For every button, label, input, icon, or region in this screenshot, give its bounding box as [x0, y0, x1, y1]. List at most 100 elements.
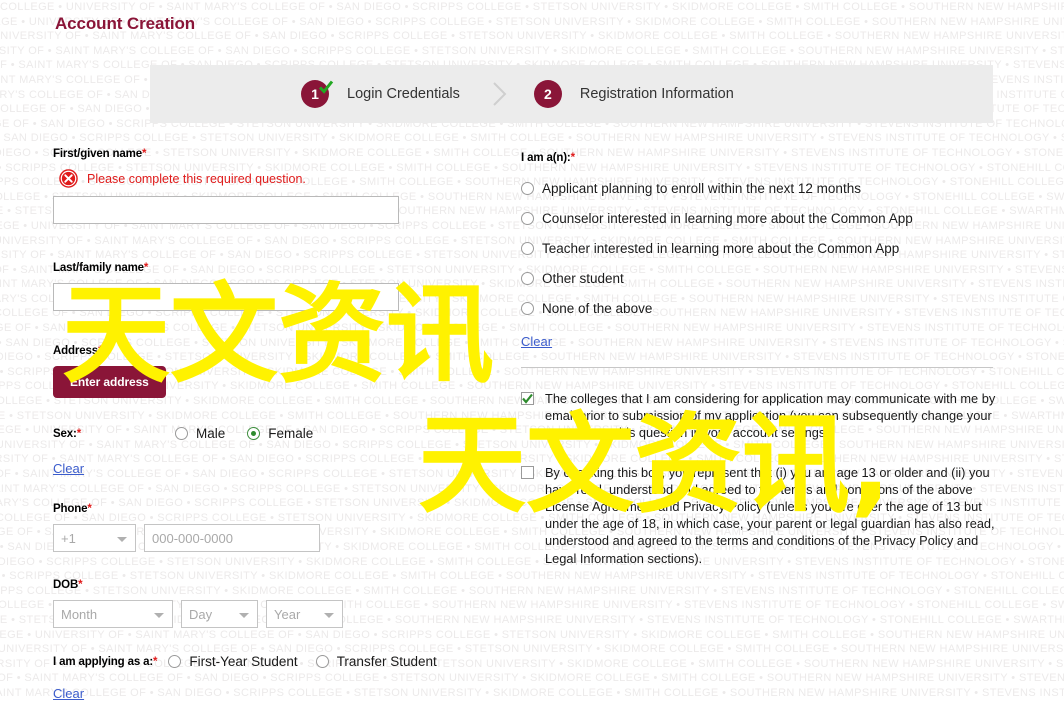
first-name-field-group: First/given name* Please complete this r…: [53, 148, 473, 224]
i-am-a-option-other-student[interactable]: Other student: [521, 263, 1001, 293]
dob-day-value: Day: [189, 606, 213, 622]
radio-icon-applicant[interactable]: [521, 181, 534, 195]
transfer-student-label: Transfer Student: [336, 654, 437, 669]
applying-as-label-text: I am applying as a:: [53, 655, 154, 668]
first-name-label: First/given name*: [53, 148, 473, 160]
dob-field-group: DOB* Month Day Year: [53, 579, 473, 628]
chevron-down-icon: [239, 613, 249, 618]
required-asterisk: *: [78, 579, 83, 591]
i-am-a-radio-group: Applicant planning to enroll within the …: [521, 173, 1001, 323]
sex-option-female[interactable]: Female: [247, 426, 313, 441]
required-asterisk: *: [87, 503, 92, 515]
radio-icon-other-student[interactable]: [521, 271, 534, 285]
i-am-a-option-teacher[interactable]: Teacher interested in learning more abou…: [521, 233, 1001, 263]
dob-day-select[interactable]: Day: [181, 600, 258, 628]
address-label: Address*: [53, 345, 473, 357]
progress-step-bar: 1 Login Credentials 2 Registration Infor…: [150, 65, 993, 123]
dob-year-value: Year: [274, 606, 301, 622]
right-form-column: I am a(n):* Applicant planning to enroll…: [521, 152, 1001, 567]
i-am-a-option-2-label: Teacher interested in learning more abou…: [542, 240, 900, 256]
dob-month-value: Month: [61, 606, 98, 622]
first-name-input[interactable]: [53, 196, 399, 224]
required-asterisk: *: [76, 427, 82, 440]
i-am-a-option-1-label: Counselor interested in learning more ab…: [542, 210, 913, 226]
radio-icon-male[interactable]: [175, 427, 188, 440]
account-creation-page: Account Creation 1 Login Credentials 2 R…: [0, 0, 1064, 701]
consent-item-age-and-terms[interactable]: By checking this box, you represent that…: [521, 464, 1001, 567]
step-1-label: Login Credentials: [347, 86, 460, 102]
step-registration-information[interactable]: 2 Registration Information: [533, 80, 734, 108]
required-asterisk: *: [142, 148, 147, 160]
chevron-right-icon: [493, 82, 507, 106]
phone-number-input[interactable]: [144, 524, 320, 552]
required-asterisk: *: [153, 655, 158, 668]
radio-icon-first-year-student[interactable]: [168, 655, 182, 668]
step-2-number: 2: [543, 86, 552, 102]
radio-icon-counselor[interactable]: [521, 211, 534, 225]
last-name-field-group: Last/family name*: [53, 262, 473, 311]
i-am-a-label-text: I am a(n):: [521, 152, 571, 164]
i-am-a-option-counselor[interactable]: Counselor interested in learning more ab…: [521, 203, 1001, 233]
consent-item-email-communication[interactable]: The colleges that I am considering for a…: [521, 390, 1001, 442]
applying-as-option-transfer[interactable]: Transfer Student: [315, 654, 437, 669]
i-am-a-option-applicant[interactable]: Applicant planning to enroll within the …: [521, 173, 1001, 203]
error-x-icon: [59, 169, 78, 188]
dob-selects: Month Day Year: [53, 600, 473, 628]
required-asterisk: *: [143, 262, 149, 274]
phone-label-text: Phone: [53, 503, 88, 515]
sex-male-label: Male: [196, 426, 226, 441]
i-am-a-label: I am a(n):*: [521, 152, 1001, 164]
sex-field-group: Sex:* Male Female Clear: [53, 426, 473, 476]
applying-as-label: I am applying as a:*: [53, 655, 158, 668]
chevron-down-icon: [117, 537, 127, 542]
i-am-a-clear-link[interactable]: Clear: [521, 334, 552, 349]
applying-as-option-first-year[interactable]: First-Year Student: [168, 654, 298, 669]
required-asterisk: *: [570, 152, 575, 164]
step-2-label: Registration Information: [579, 86, 734, 102]
last-name-input[interactable]: [53, 283, 399, 311]
i-am-a-option-0-label: Applicant planning to enroll within the …: [542, 180, 861, 196]
radio-icon-transfer-student[interactable]: [315, 655, 329, 668]
address-label-text: Address: [53, 345, 98, 357]
first-name-label-text: First/given name: [53, 148, 142, 160]
chevron-down-icon: [154, 613, 164, 618]
applying-as-field-group: I am applying as a:* First-Year Student …: [53, 654, 473, 701]
dob-month-select[interactable]: Month: [53, 600, 173, 628]
enter-address-button[interactable]: Enter address: [53, 366, 166, 398]
dob-label-text: DOB: [53, 579, 79, 591]
dob-year-select[interactable]: Year: [266, 600, 343, 628]
sex-option-male[interactable]: Male: [175, 426, 225, 441]
sex-row: Sex:* Male Female: [53, 426, 473, 441]
required-asterisk: *: [97, 345, 103, 357]
first-name-error: Please complete this required question.: [59, 169, 473, 188]
step-login-credentials[interactable]: 1 Login Credentials: [301, 80, 460, 108]
phone-field-group: Phone* +1: [53, 503, 473, 552]
dob-label: DOB*: [53, 579, 473, 591]
check-icon: [522, 393, 533, 404]
applying-as-clear-link[interactable]: Clear: [53, 686, 84, 701]
first-year-student-label: First-Year Student: [189, 654, 298, 669]
last-name-label: Last/family name*: [53, 262, 473, 274]
radio-icon-female[interactable]: [247, 427, 261, 440]
i-am-a-option-3-label: Other student: [542, 270, 624, 286]
phone-inputs: +1: [53, 524, 473, 552]
radio-icon-teacher[interactable]: [521, 241, 534, 255]
last-name-label-text: Last/family name: [53, 262, 144, 274]
sex-label-text: Sex:: [53, 427, 77, 440]
check-icon: [318, 80, 334, 94]
applying-as-row: I am applying as a:* First-Year Student …: [53, 654, 473, 669]
address-field-group: Address* Enter address: [53, 345, 473, 398]
page-title: Account Creation: [55, 14, 196, 33]
step-1-badge: 1: [301, 80, 334, 108]
checkbox-icon-email-communication[interactable]: [521, 392, 534, 405]
phone-country-code-select[interactable]: +1: [53, 524, 136, 552]
sex-clear-link[interactable]: Clear: [53, 461, 84, 476]
phone-label: Phone*: [53, 503, 473, 515]
consent-email-communication-text: The colleges that I am considering for a…: [545, 391, 996, 441]
first-name-error-text: Please complete this required question.: [87, 171, 306, 186]
checkbox-icon-age-and-terms[interactable]: [521, 465, 534, 479]
phone-country-code-value: +1: [61, 530, 76, 546]
i-am-a-option-none[interactable]: None of the above: [521, 293, 1001, 323]
radio-icon-none-of-the-above[interactable]: [521, 301, 534, 315]
left-form-column: First/given name* Please complete this r…: [53, 148, 473, 701]
